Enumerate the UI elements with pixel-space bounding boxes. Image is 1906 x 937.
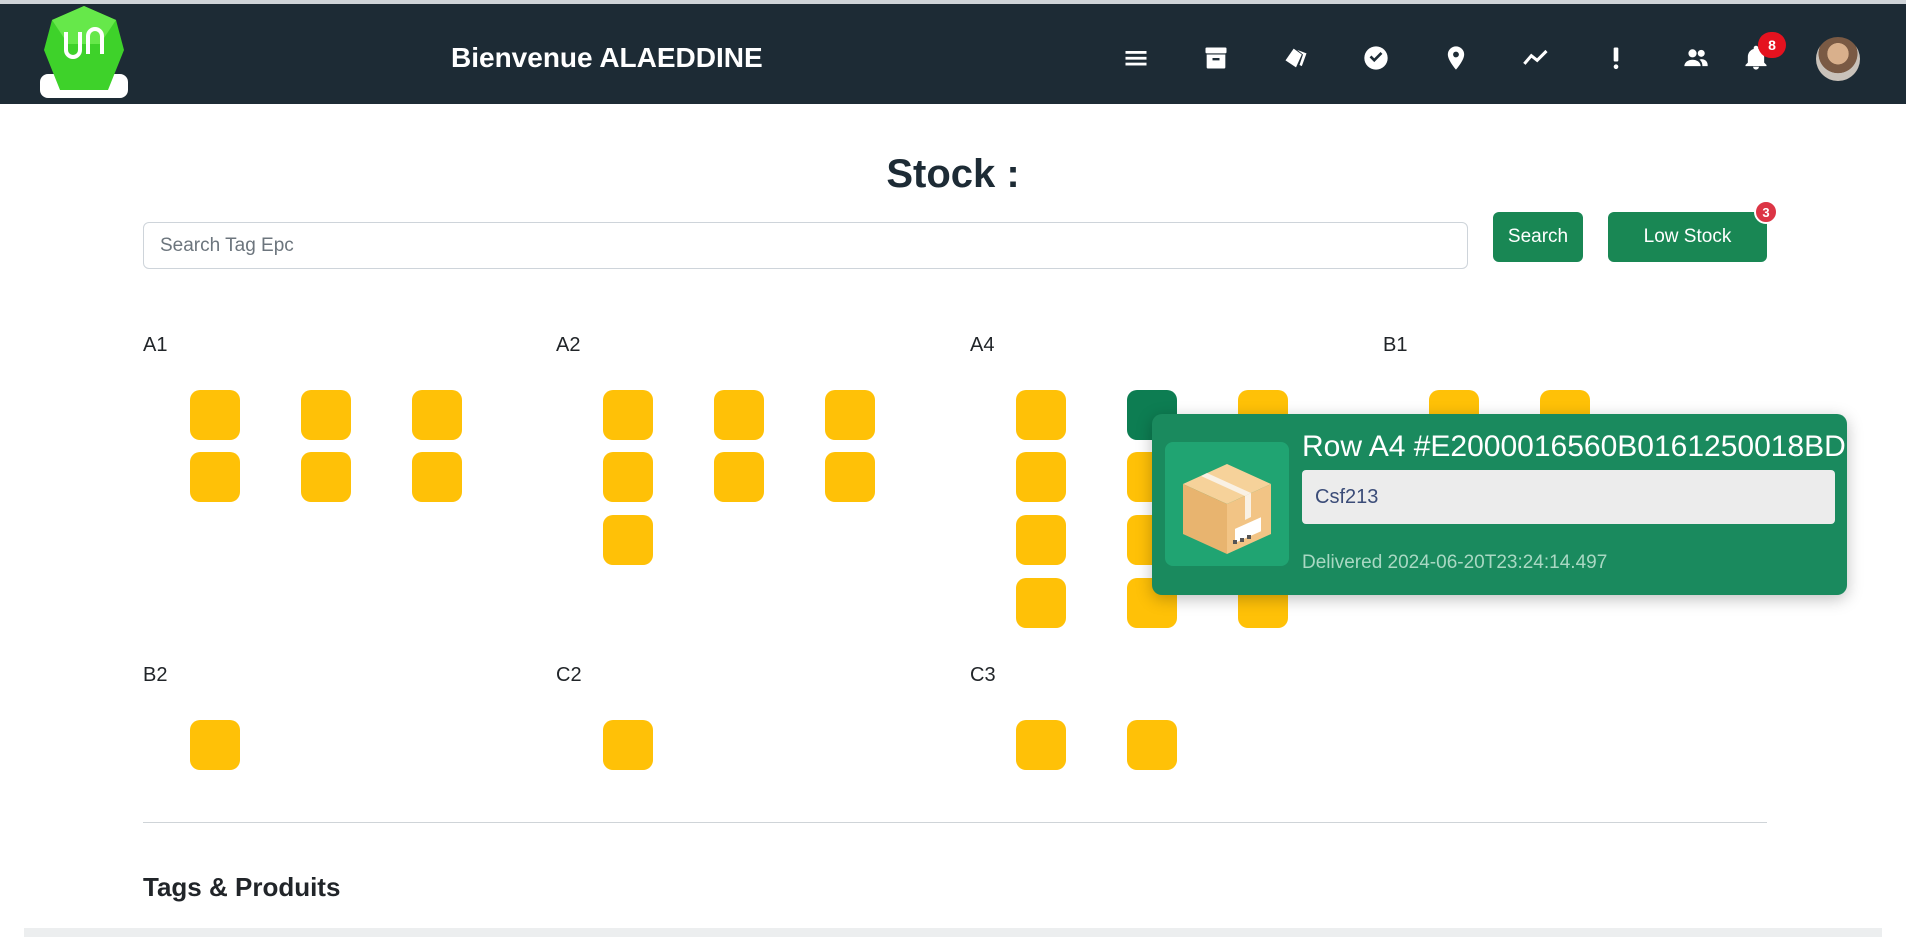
slot-a1[interactable] — [301, 452, 351, 502]
slot-c2[interactable] — [603, 720, 653, 770]
slot-a4[interactable] — [1016, 452, 1066, 502]
zone-label-c3: C3 — [970, 664, 996, 686]
search-button[interactable]: Search — [1493, 212, 1583, 262]
slot-a1[interactable] — [190, 452, 240, 502]
page-title: Stock : — [886, 152, 1020, 196]
slot-c3[interactable] — [1127, 720, 1177, 770]
alert-icon[interactable] — [1596, 38, 1636, 78]
popup-title: Row A4 #E2000016560B0161250018BD — [1302, 430, 1846, 463]
slot-a1[interactable] — [301, 390, 351, 440]
bell-icon[interactable]: 8 — [1736, 32, 1786, 78]
trend-line-icon[interactable] — [1516, 38, 1556, 78]
menu-icon[interactable] — [1116, 38, 1156, 78]
nav-icon-bar: 8 — [0, 32, 1906, 78]
slot-a4[interactable] — [1016, 390, 1066, 440]
box-image — [1165, 442, 1289, 566]
notification-badge: 8 — [1758, 32, 1786, 58]
slot-a1[interactable] — [412, 390, 462, 440]
slot-a2[interactable] — [603, 515, 653, 565]
section-divider — [143, 822, 1767, 823]
search-tag-input[interactable] — [143, 222, 1468, 269]
tags-icon[interactable] — [1276, 38, 1316, 78]
user-avatar[interactable] — [1816, 37, 1860, 81]
check-circle-icon[interactable] — [1356, 38, 1396, 78]
package-box-icon — [1183, 464, 1271, 554]
slot-a2[interactable] — [603, 390, 653, 440]
location-pin-icon[interactable] — [1436, 38, 1476, 78]
slot-a2[interactable] — [825, 390, 875, 440]
zone-label-a1: A1 — [143, 334, 168, 356]
bottom-scroll-area — [24, 928, 1882, 937]
tags-products-title: Tags & Produits — [143, 872, 341, 902]
slot-a2[interactable] — [714, 390, 764, 440]
low-stock-badge: 3 — [1754, 200, 1778, 224]
navbar: Bienvenue ALAEDDINE 8 — [0, 4, 1906, 104]
slot-a4[interactable] — [1016, 578, 1066, 628]
users-icon[interactable] — [1676, 38, 1716, 78]
slot-details-popup: Row A4 #E2000016560B0161250018BD Csf213 … — [1152, 414, 1847, 595]
slot-a2[interactable] — [603, 452, 653, 502]
slot-a2[interactable] — [714, 452, 764, 502]
zone-label-a4: A4 — [970, 334, 995, 356]
archive-icon[interactable] — [1196, 38, 1236, 78]
zone-label-c2: C2 — [556, 664, 582, 686]
popup-product-field: Csf213 — [1302, 470, 1835, 524]
low-stock-button[interactable]: Low Stock — [1608, 212, 1767, 262]
slot-a2[interactable] — [825, 452, 875, 502]
popup-status: Delivered 2024-06-20T23:24:14.497 — [1302, 552, 1608, 573]
slot-a1[interactable] — [190, 390, 240, 440]
zone-label-b1: B1 — [1383, 334, 1408, 356]
slot-a4[interactable] — [1016, 515, 1066, 565]
zone-label-a2: A2 — [556, 334, 581, 356]
slot-b2[interactable] — [190, 720, 240, 770]
slot-c3[interactable] — [1016, 720, 1066, 770]
slot-a1[interactable] — [412, 452, 462, 502]
zone-label-b2: B2 — [143, 664, 168, 686]
